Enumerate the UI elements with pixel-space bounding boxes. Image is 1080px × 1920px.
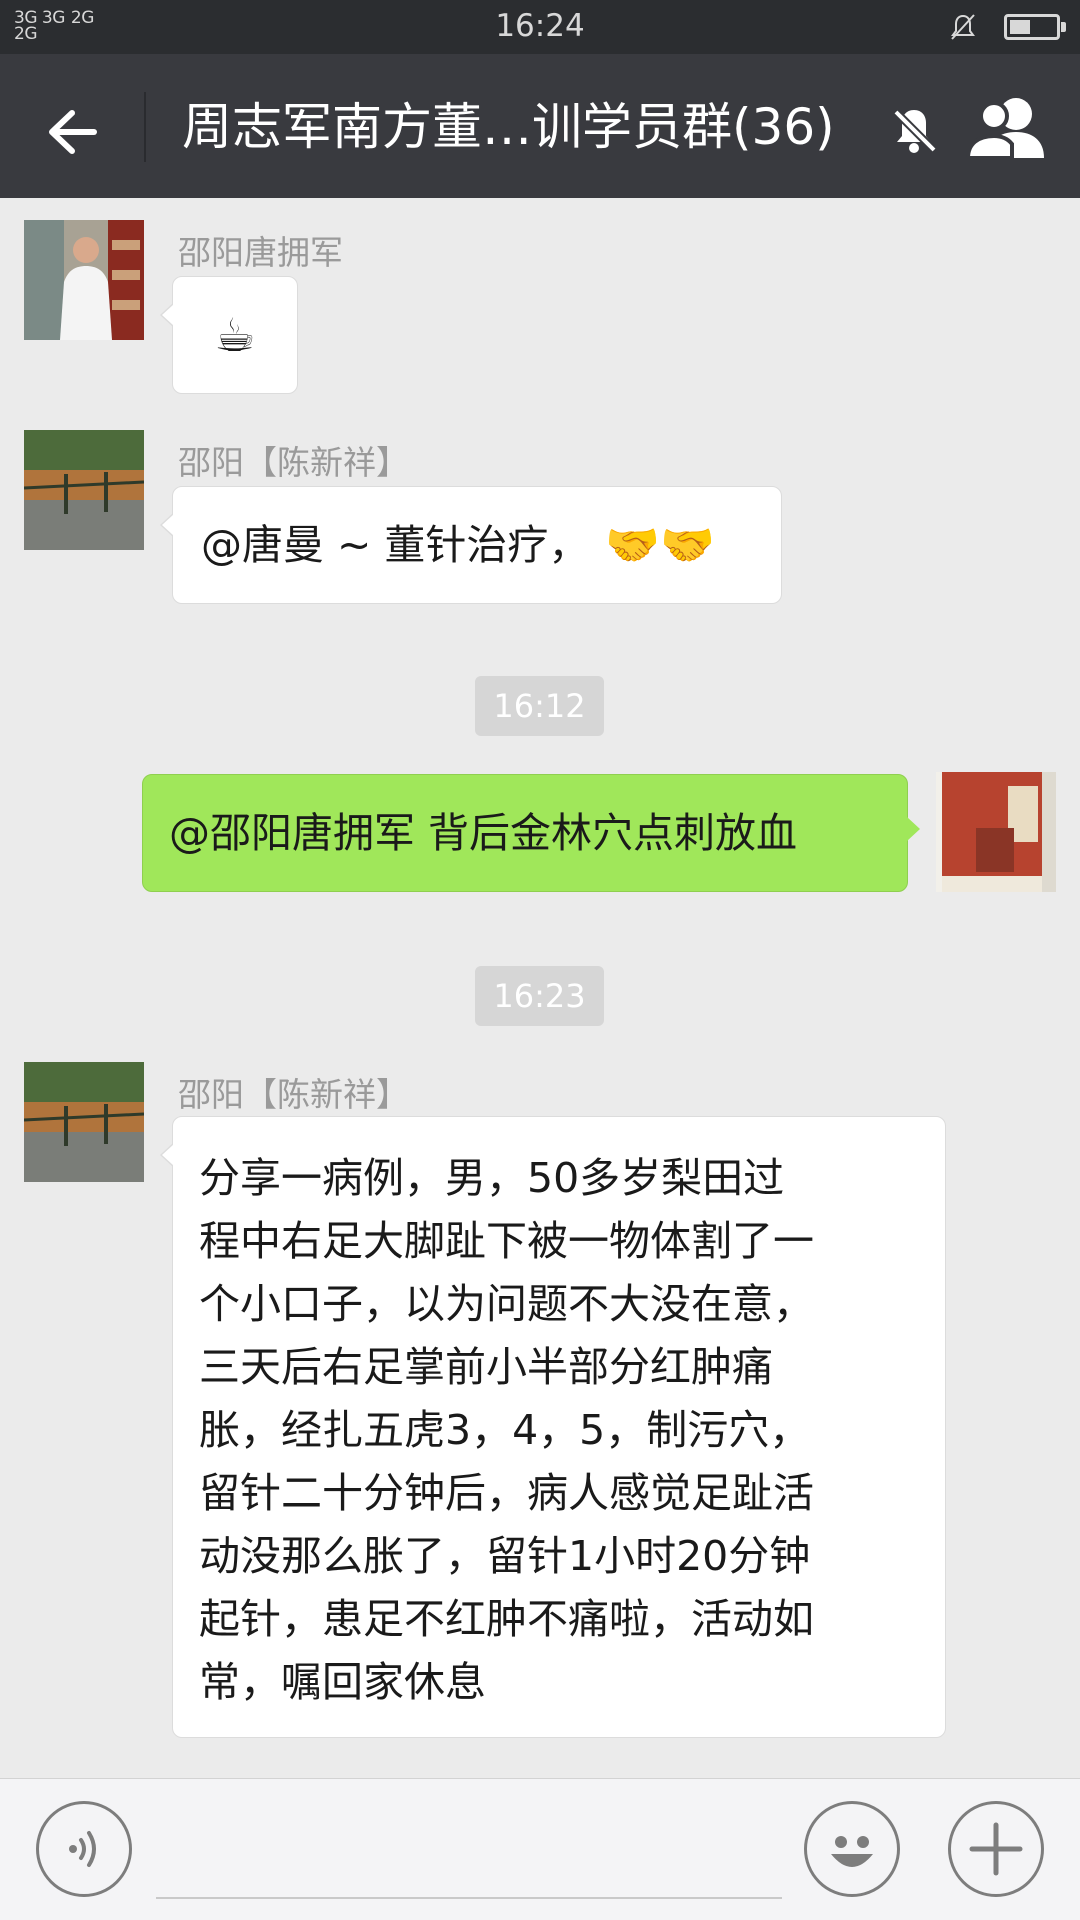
title-bar: 周志军南方董…训学员群(36) <box>0 54 1080 198</box>
battery-icon <box>1004 14 1066 40</box>
message-line: 程中右足大脚趾下被一物体割了一 <box>199 1217 814 1265</box>
message-bubble[interactable]: @唐曼 ~ 董针治疗， 🤝🤝 <box>160 486 782 604</box>
back-button[interactable] <box>36 96 108 168</box>
message-line: 常，嘱回家休息 <box>199 1658 486 1706</box>
battery-level <box>1010 20 1030 34</box>
message-line: 起针，患足不红肿不痛啦，活动如 <box>199 1595 814 1643</box>
emoji-button[interactable] <box>804 1801 900 1897</box>
message-line: 分享一病例，男，50多岁梨田过 <box>199 1154 785 1202</box>
people-icon <box>965 98 1044 160</box>
sender-name: 邵阳【陈新祥】 <box>178 443 409 482</box>
bell-off-status-icon <box>951 14 975 40</box>
sender-name: 邵阳【陈新祥】 <box>178 1075 409 1114</box>
avatar-photo-park <box>24 1062 144 1182</box>
smiley-icon <box>831 1836 873 1867</box>
avatar-tang-yongjun[interactable] <box>24 220 144 340</box>
handshake-emoji: 🤝🤝 <box>605 519 715 571</box>
avatar-photo-doctor <box>24 220 144 340</box>
timestamp: 16:23 <box>475 966 604 1026</box>
message-line: 动没那么胀了，留针1小时20分钟 <box>199 1532 811 1580</box>
more-button[interactable] <box>948 1801 1044 1897</box>
arrow-left-icon <box>49 110 97 154</box>
message-bubble[interactable]: ☕ <box>160 276 298 394</box>
bell-off-icon <box>893 109 937 153</box>
message-input[interactable] <box>156 1797 782 1899</box>
title-divider <box>144 92 146 162</box>
message-line: 三天后右足掌前小半部分红肿痛 <box>199 1343 773 1391</box>
status-bar: 3G 3G 2G 2G 16:24 <box>0 0 1080 54</box>
avatar-chen-xinxiang[interactable] <box>24 430 144 550</box>
coffee-emoji: ☕ <box>214 307 256 362</box>
avatar-self[interactable] <box>936 772 1056 892</box>
chat-title: 周志军南方董…训学员群(36) <box>182 98 835 156</box>
timestamp: 16:12 <box>475 676 604 736</box>
message-bubble[interactable]: 分享一病例，男，50多岁梨田过 程中右足大脚趾下被一物体割了一 个小口子，以为问… <box>160 1116 946 1738</box>
message-line: 留针二十分钟后，病人感觉足趾活 <box>199 1469 814 1517</box>
avatar-photo-park <box>24 430 144 550</box>
status-time: 16:24 <box>495 8 585 44</box>
avatar-book-cover <box>936 772 1056 892</box>
voice-icon <box>69 1831 96 1867</box>
sender-name: 邵阳唐拥军 <box>178 233 343 272</box>
voice-button[interactable] <box>36 1801 132 1897</box>
plus-icon <box>969 1822 1023 1876</box>
group-members-button[interactable] <box>964 94 1050 164</box>
message-line: 个小口子，以为问题不大没在意， <box>199 1280 814 1328</box>
avatar-chen-xinxiang[interactable] <box>24 1062 144 1182</box>
message-text: @唐曼 ~ 董针治疗， <box>201 520 590 569</box>
sent-message-bubble[interactable]: @邵阳唐拥军 背后金林穴点刺放血 <box>142 774 920 892</box>
input-bar <box>0 1778 1080 1920</box>
message-line: 胀，经扎五虎3，4，5，制污穴， <box>199 1406 811 1454</box>
message-text: @邵阳唐拥军 背后金林穴点刺放血 <box>169 808 798 857</box>
